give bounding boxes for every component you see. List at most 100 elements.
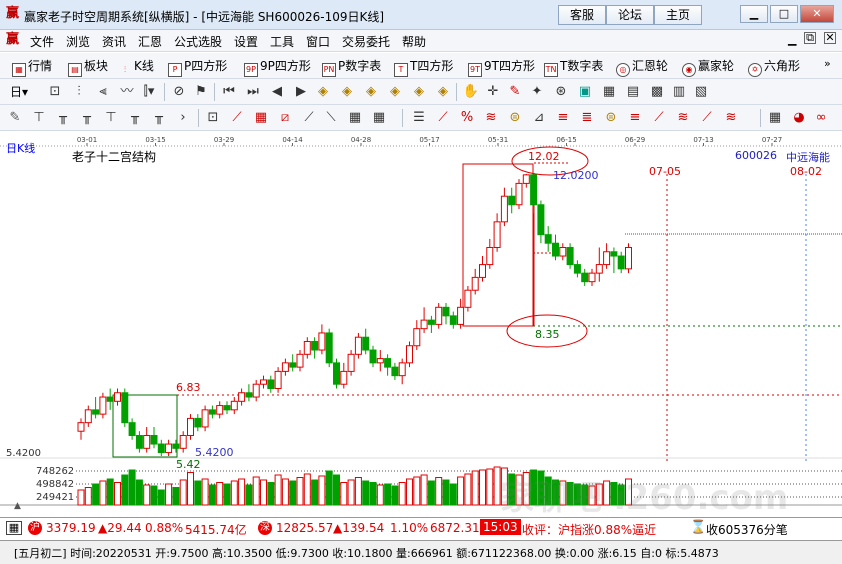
forum-button[interactable]: 论坛 xyxy=(606,5,654,25)
wave-icon[interactable]: ⟋ xyxy=(300,109,318,127)
menu-formula[interactable]: 公式选股 xyxy=(174,33,222,50)
fan-icon[interactable]: ⟋ xyxy=(228,109,246,127)
gann-icon[interactable]: ⊜ xyxy=(506,109,524,127)
minimize-button[interactable]: ▁ xyxy=(740,5,768,23)
menu-info[interactable]: 资讯 xyxy=(102,33,126,50)
square-grid-icon[interactable]: ▦ xyxy=(346,109,364,127)
draw-tool-1-icon[interactable]: ⊤ xyxy=(30,109,48,127)
layout-icon[interactable]: ▥ xyxy=(670,83,688,101)
menu-tools[interactable]: 工具 xyxy=(270,33,294,50)
mdi-close-icon[interactable]: ✕ xyxy=(824,32,836,44)
cycle-lines-icon[interactable]: ≋ xyxy=(722,109,740,127)
day-count-icon[interactable]: ≋ xyxy=(482,109,500,127)
draw-tool-2-icon[interactable]: ╥ xyxy=(54,109,72,127)
menu-browse[interactable]: 浏览 xyxy=(66,33,90,50)
9t-square-button[interactable]: 9T 9T四方形 xyxy=(468,57,535,77)
draw-tool-4-icon[interactable]: ⊤ xyxy=(102,109,120,127)
mdi-minimize-icon[interactable]: ▁ xyxy=(788,33,796,46)
9p-square-button[interactable]: 9P 9P四方形 xyxy=(244,57,311,77)
print-icon[interactable]: ▧ xyxy=(692,83,710,101)
square-grid2-icon[interactable]: ▦ xyxy=(370,109,388,127)
time-zone-icon[interactable]: ≣ xyxy=(578,109,596,127)
quotes-button[interactable]: ▦ 行情 xyxy=(12,57,52,77)
first-icon[interactable]: ⏮ xyxy=(220,83,238,101)
ellipse-icon[interactable]: ⟋ xyxy=(698,109,716,127)
menu-help[interactable]: 帮助 xyxy=(402,33,426,50)
move-down-icon[interactable]: ◈ xyxy=(386,83,404,101)
zoom-in-icon[interactable]: ◈ xyxy=(410,83,428,101)
mdi-restore-icon[interactable]: ⧉ xyxy=(804,32,816,44)
bars-icon[interactable]: ⫷ xyxy=(94,83,112,101)
menu-window[interactable]: 窗口 xyxy=(306,33,330,50)
channel-icon[interactable]: ⟋ xyxy=(650,109,668,127)
t-number-table-button[interactable]: TN T数字表 xyxy=(544,57,603,77)
menu-file[interactable]: 文件 xyxy=(30,33,54,50)
box-icon[interactable]: ⊡ xyxy=(204,109,222,127)
yingjia-wheel-button[interactable]: ◉ 赢家轮 xyxy=(682,57,734,77)
chart-panel[interactable]: 03-01 03-15 03-29 04-14 04-28 05-17 05-31 06-15… xyxy=(0,131,842,517)
move-right-icon[interactable]: ◈ xyxy=(338,83,356,101)
sh-label: 沪 xyxy=(28,521,42,535)
matrix-icon[interactable]: ▦ xyxy=(766,109,784,127)
huien-wheel-button[interactable]: ◎ 汇恩轮 xyxy=(616,57,668,77)
arc-icon[interactable]: ≡ xyxy=(626,109,644,127)
flag-icon[interactable]: ⚑ xyxy=(192,83,210,101)
draw-tool-3-icon[interactable]: ╥ xyxy=(78,109,96,127)
candles-icon[interactable]: ⫶ xyxy=(70,83,88,101)
homepage-button[interactable]: 主页 xyxy=(654,5,702,25)
percent-icon[interactable]: % xyxy=(458,109,476,127)
pencil-icon[interactable]: ✎ xyxy=(6,109,24,127)
menu-trade[interactable]: 交易委托 xyxy=(342,33,390,50)
speed-line-icon[interactable]: ⊜ xyxy=(602,109,620,127)
table-icon[interactable]: ▤ xyxy=(624,83,642,101)
analysis-icon[interactable]: ✦ xyxy=(528,83,546,101)
close-button[interactable]: ✕ xyxy=(800,5,834,23)
zigzag-icon[interactable]: ⟍ xyxy=(322,109,340,127)
price-type-icon[interactable]: ⫿▾ xyxy=(140,83,158,101)
zoom-icon[interactable]: ⊡ xyxy=(46,83,64,101)
kline-chart[interactable]: 03-01 03-15 03-29 04-14 04-28 05-17 05-31 06-15… xyxy=(0,131,842,517)
save-icon[interactable]: ▩ xyxy=(648,83,666,101)
table-icon-status[interactable]: ▦ xyxy=(6,521,22,535)
crosshair-icon[interactable]: ✛ xyxy=(484,83,502,101)
level-icon[interactable]: ≡ xyxy=(554,109,572,127)
list-icon[interactable]: ☰ xyxy=(410,109,428,127)
last-icon[interactable]: ⏭ xyxy=(244,83,262,101)
sectors-button[interactable]: ▤ 板块 xyxy=(68,57,108,77)
pitchfork-icon[interactable]: ≋ xyxy=(674,109,692,127)
scale-icon[interactable]: ⊘ xyxy=(170,83,188,101)
line-icon[interactable]: 〰 xyxy=(118,83,136,101)
hand-icon[interactable]: ✋ xyxy=(462,83,480,101)
hexagram-button[interactable]: ✡ 六角形 xyxy=(748,57,800,77)
formula-icon[interactable]: ▣ xyxy=(576,83,594,101)
zoom-out-icon[interactable]: ◈ xyxy=(434,83,452,101)
prev-icon[interactable]: ◀ xyxy=(268,83,286,101)
t-square-button[interactable]: T T四方形 xyxy=(394,57,453,77)
menu-huien[interactable]: 汇恩 xyxy=(138,33,162,50)
infinity-icon[interactable]: ∞ xyxy=(812,109,830,127)
calendar-icon[interactable]: ▦ xyxy=(600,83,618,101)
fan-box-icon[interactable]: ⧄ xyxy=(276,109,294,127)
grid-box-icon[interactable]: ▦ xyxy=(252,109,270,127)
pattern-icon[interactable]: ✎ xyxy=(506,83,524,101)
toolbar-overflow-icon[interactable]: » xyxy=(824,57,831,70)
move-up-icon[interactable]: ◈ xyxy=(362,83,380,101)
cycle-icon[interactable]: ⊛ xyxy=(552,83,570,101)
p-number-table-button[interactable]: PN P数字表 xyxy=(322,57,381,77)
draw-tool-5-icon[interactable]: ╥ xyxy=(126,109,144,127)
next-icon[interactable]: ▶ xyxy=(292,83,310,101)
volume-bar xyxy=(267,482,275,506)
menu-settings[interactable]: 设置 xyxy=(234,33,258,50)
draw-more-icon[interactable]: › xyxy=(174,109,192,127)
period-dropdown[interactable]: 日▾ xyxy=(10,83,28,101)
customer-service-button[interactable]: 客服 xyxy=(558,5,606,25)
fib-fan-icon[interactable]: ⟋ xyxy=(434,109,452,127)
news-ticker[interactable]: 收评：沪指涨0.88%逼近 xyxy=(522,521,656,538)
palette-icon[interactable]: ◕ xyxy=(790,109,808,127)
move-left-icon[interactable]: ◈ xyxy=(314,83,332,101)
draw-tool-6-icon[interactable]: ╥ xyxy=(150,109,168,127)
p-square-button[interactable]: P P四方形 xyxy=(168,57,227,77)
angle-icon[interactable]: ⊿ xyxy=(530,109,548,127)
kline-button[interactable]: ⫶ K线 xyxy=(118,57,154,75)
maximize-button[interactable]: □ xyxy=(770,5,798,23)
